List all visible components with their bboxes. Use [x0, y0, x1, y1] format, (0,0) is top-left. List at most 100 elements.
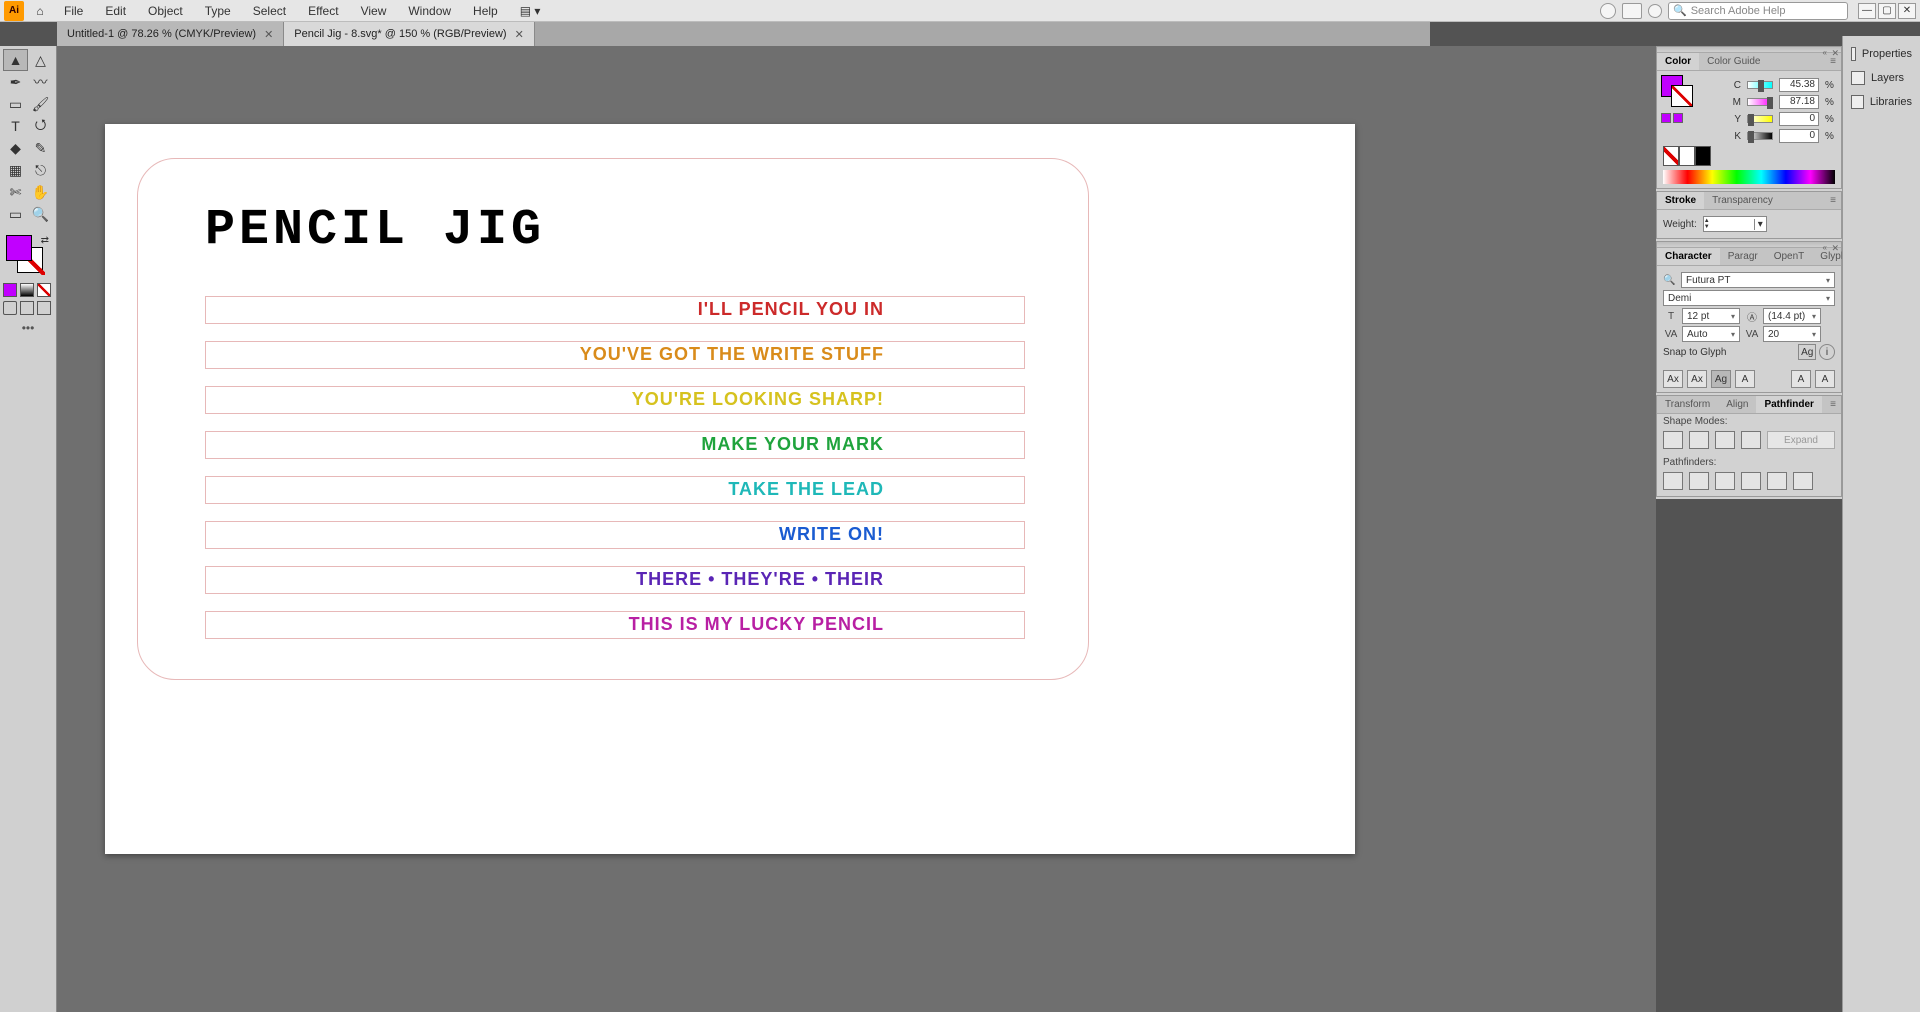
align-embox-icon[interactable]: A: [1735, 370, 1755, 388]
fill-swatch[interactable]: [6, 235, 32, 261]
doc-tab-0[interactable]: Untitled-1 @ 78.26 % (CMYK/Preview) ✕: [57, 22, 284, 46]
stroke-tab[interactable]: Stroke: [1657, 192, 1704, 209]
rectangle-tool[interactable]: ▭: [3, 93, 28, 115]
paragraph-tab[interactable]: Paragr: [1720, 248, 1766, 265]
menu-object[interactable]: Object: [140, 1, 191, 21]
expand-button[interactable]: Expand: [1767, 431, 1835, 449]
menu-window[interactable]: Window: [400, 1, 459, 21]
m-slider[interactable]: [1747, 98, 1773, 106]
info-icon[interactable]: [1648, 4, 1662, 18]
spectrum-picker[interactable]: [1663, 170, 1835, 184]
font-size-combo[interactable]: 12 pt▾: [1682, 308, 1740, 324]
align-xheight-icon[interactable]: Ax: [1687, 370, 1707, 388]
direct-select-tool[interactable]: △: [28, 49, 53, 71]
transparency-tab[interactable]: Transparency: [1704, 192, 1781, 209]
gradient-tool[interactable]: ▦: [3, 159, 28, 181]
m-value[interactable]: 87.18: [1779, 95, 1819, 109]
selection-tool[interactable]: ▲: [3, 49, 28, 71]
scissors-tool[interactable]: ✄: [3, 181, 28, 203]
leading-combo[interactable]: (14.4 pt)▾: [1763, 308, 1821, 324]
draw-inside-icon[interactable]: [37, 301, 51, 315]
menu-view[interactable]: View: [353, 1, 395, 21]
c-slider[interactable]: [1747, 81, 1773, 89]
minus-front-icon[interactable]: [1689, 431, 1709, 449]
fill-stroke-swatches[interactable]: ⇄: [3, 235, 53, 279]
menu-effect[interactable]: Effect: [300, 1, 346, 21]
weight-field[interactable]: ▲▼ ▾: [1703, 216, 1767, 232]
zoom-tool[interactable]: 🔍: [28, 203, 53, 225]
type-tool[interactable]: T: [3, 115, 28, 137]
artboard-tool[interactable]: ▭: [3, 203, 28, 225]
arrange-docs-icon[interactable]: [1622, 3, 1642, 19]
unite-icon[interactable]: [1663, 431, 1683, 449]
snap-glyph-icon[interactable]: Ag: [1798, 344, 1816, 360]
k-slider[interactable]: [1747, 132, 1773, 140]
toolbox-more-icon[interactable]: •••: [3, 321, 53, 335]
font-style-combo[interactable]: Demi▾: [1663, 290, 1835, 306]
y-slider[interactable]: [1747, 115, 1773, 123]
help-search[interactable]: 🔍 Search Adobe Help: [1668, 2, 1848, 20]
draw-normal-icon[interactable]: [3, 301, 17, 315]
doc-tab-1[interactable]: Pencil Jig - 8.svg* @ 150 % (RGB/Preview…: [284, 22, 535, 46]
font-family-combo[interactable]: Futura PT▾: [1681, 272, 1835, 288]
pen-tool[interactable]: ✒: [3, 71, 28, 93]
rotate-tool[interactable]: ⭯: [28, 115, 53, 137]
tracking-combo[interactable]: 20▾: [1763, 326, 1821, 342]
panel-stroke-swatch[interactable]: [1671, 85, 1693, 107]
color-mode-icon[interactable]: [3, 283, 17, 297]
c-value[interactable]: 45.38: [1779, 78, 1819, 92]
window-close-button[interactable]: ✕: [1898, 3, 1916, 19]
snap-anchor-icon[interactable]: A: [1815, 370, 1835, 388]
layers-button[interactable]: Layers: [1843, 66, 1920, 90]
user-icon[interactable]: [1600, 3, 1616, 19]
stroke-panel-menu-icon[interactable]: ≡: [1825, 192, 1841, 209]
menu-edit[interactable]: Edit: [97, 1, 134, 21]
panel-fill-stroke[interactable]: [1661, 75, 1691, 109]
menu-layout-icon[interactable]: ▤ ▾: [512, 1, 549, 21]
minus-back-icon[interactable]: [1793, 472, 1813, 490]
outline-icon[interactable]: [1767, 472, 1787, 490]
libraries-button[interactable]: Libraries: [1843, 90, 1920, 114]
color-tab[interactable]: Color: [1657, 53, 1699, 70]
window-minimize-button[interactable]: —: [1858, 3, 1876, 19]
exclude-icon[interactable]: [1741, 431, 1761, 449]
k-value[interactable]: 0: [1779, 129, 1819, 143]
swap-fill-stroke-icon[interactable]: ⇄: [41, 235, 49, 246]
none-mode-icon[interactable]: [37, 283, 51, 297]
menu-type[interactable]: Type: [197, 1, 239, 21]
menu-file[interactable]: File: [56, 1, 91, 21]
shape-builder-tool[interactable]: ◆: [3, 137, 28, 159]
none-swatch-icon[interactable]: [1663, 146, 1679, 166]
white-swatch-icon[interactable]: [1679, 146, 1695, 166]
doc-tab-1-close-icon[interactable]: ✕: [515, 28, 524, 41]
black-swatch-icon[interactable]: [1695, 146, 1711, 166]
pathfinder-tab[interactable]: Pathfinder: [1756, 396, 1821, 413]
transform-tab[interactable]: Transform: [1657, 396, 1718, 413]
divide-icon[interactable]: [1663, 472, 1683, 490]
brush-tool[interactable]: 🖌: [28, 93, 53, 115]
eyedropper-tool2[interactable]: ⎋: [28, 159, 53, 181]
properties-button[interactable]: Properties: [1843, 42, 1920, 66]
intersect-icon[interactable]: [1715, 431, 1735, 449]
home-icon[interactable]: ⌂: [30, 1, 50, 21]
panel-close-icon[interactable]: ✕: [1831, 48, 1839, 59]
y-value[interactable]: 0: [1779, 112, 1819, 126]
draw-behind-icon[interactable]: [20, 301, 34, 315]
window-maximize-button[interactable]: ▢: [1878, 3, 1896, 19]
color-guide-tab[interactable]: Color Guide: [1699, 53, 1768, 70]
gradient-mode-icon[interactable]: [20, 283, 34, 297]
doc-tab-0-close-icon[interactable]: ✕: [264, 28, 273, 41]
curvature-tool[interactable]: 〰: [28, 71, 53, 93]
align-glyph-icon[interactable]: Ag: [1711, 370, 1731, 388]
search-font-icon[interactable]: 🔍: [1663, 275, 1677, 286]
panel-collapse-icon[interactable]: «: [1823, 243, 1827, 252]
align-baseline-icon[interactable]: Ax: [1663, 370, 1683, 388]
snap-angular-icon[interactable]: A: [1791, 370, 1811, 388]
crop-icon[interactable]: [1741, 472, 1761, 490]
trim-icon[interactable]: [1689, 472, 1709, 490]
canvas-viewport[interactable]: PENCIL JIG I'LL PENCIL YOU IN YOU'VE GOT…: [57, 46, 1656, 1012]
eyedropper-tool[interactable]: ✎: [28, 137, 53, 159]
character-tab[interactable]: Character: [1657, 248, 1720, 265]
hand-tool[interactable]: ✋: [28, 181, 53, 203]
panel-close-icon[interactable]: ✕: [1831, 243, 1839, 254]
